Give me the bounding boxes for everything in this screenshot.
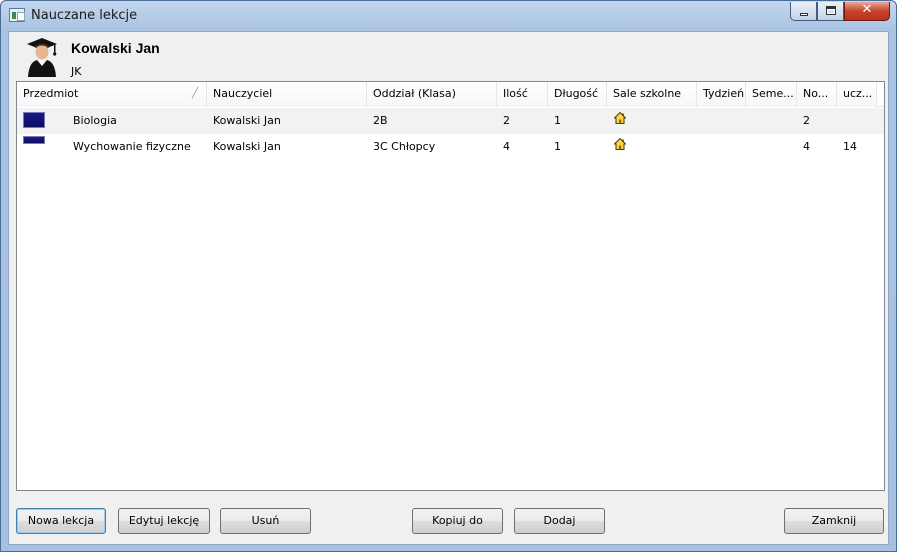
cell-count: 2 bbox=[503, 114, 510, 127]
column-header-semestr[interactable]: Seme... bbox=[746, 82, 797, 107]
lessons-table[interactable]: Przedmiot Nauczyciel Oddział (Klasa) Ilo… bbox=[16, 81, 885, 491]
copy-to-button[interactable]: Kopiuj do bbox=[412, 508, 503, 534]
subject-color-icon bbox=[23, 112, 45, 128]
cell-class: 3C Chłopcy bbox=[373, 140, 436, 153]
cell-subject: Biologia bbox=[73, 114, 117, 127]
title-bar[interactable]: Nauczane lekcje ✕ bbox=[1, 1, 896, 31]
window-title: Nauczane lekcje bbox=[31, 8, 138, 23]
house-icon bbox=[614, 112, 626, 124]
column-header-przedmiot[interactable]: Przedmiot bbox=[17, 82, 207, 107]
new-lesson-button[interactable]: Nowa lekcja bbox=[16, 508, 106, 534]
cell-no: 4 bbox=[803, 140, 810, 153]
window-controls: ✕ bbox=[790, 2, 890, 22]
teacher-avatar-icon bbox=[27, 38, 57, 77]
maximize-button[interactable] bbox=[817, 2, 844, 21]
column-header-no[interactable]: No... bbox=[797, 82, 837, 107]
user-initials: JK bbox=[71, 65, 82, 78]
column-header-ilosc[interactable]: Ilość bbox=[497, 82, 548, 107]
column-header-dlugosc[interactable]: Długość bbox=[548, 82, 607, 107]
close-icon: ✕ bbox=[861, 2, 873, 17]
table-header: Przedmiot Nauczyciel Oddział (Klasa) Ilo… bbox=[17, 82, 884, 107]
cell-teacher: Kowalski Jan bbox=[213, 140, 281, 153]
cell-ucz bbox=[837, 108, 877, 134]
column-header-sale[interactable]: Sale szkolne bbox=[607, 82, 697, 107]
column-header-tydzien[interactable]: Tydzień bbox=[697, 82, 746, 107]
cell-semester bbox=[746, 134, 797, 160]
minimize-icon bbox=[800, 13, 808, 16]
cell-semester bbox=[746, 108, 797, 134]
cell-length: 1 bbox=[554, 114, 561, 127]
dialog-content: Kowalski Jan JK Przedmiot Nauczyciel Odd… bbox=[8, 31, 889, 545]
add-button[interactable]: Dodaj bbox=[514, 508, 605, 534]
dialog-window: Nauczane lekcje ✕ Kowalski Jan JK Przedm… bbox=[0, 0, 897, 552]
subject-color-icon bbox=[23, 136, 45, 144]
minimize-button[interactable] bbox=[790, 2, 817, 21]
house-icon bbox=[614, 138, 626, 150]
edit-lesson-button[interactable]: Edytuj lekcję bbox=[118, 508, 210, 534]
close-window-button[interactable]: ✕ bbox=[844, 2, 890, 21]
cell-no: 2 bbox=[803, 114, 810, 127]
user-name: Kowalski Jan bbox=[71, 40, 160, 56]
column-header-ucz[interactable]: ucz... bbox=[837, 82, 877, 107]
cell-teacher: Kowalski Jan bbox=[213, 114, 281, 127]
column-header-nauczyciel[interactable]: Nauczyciel bbox=[207, 82, 367, 107]
column-header-oddzial[interactable]: Oddział (Klasa) bbox=[367, 82, 497, 107]
cell-subject: Wychowanie fizyczne bbox=[73, 140, 191, 153]
cell-class: 2B bbox=[373, 114, 388, 127]
cell-count: 4 bbox=[503, 140, 510, 153]
app-icon bbox=[9, 8, 25, 22]
cell-week bbox=[697, 108, 746, 134]
cell-length: 1 bbox=[554, 140, 561, 153]
maximize-icon bbox=[826, 6, 836, 15]
table-row[interactable]: Wychowanie fizyczne Kowalski Jan 3C Chło… bbox=[17, 134, 884, 160]
close-button[interactable]: Zamknij bbox=[784, 508, 884, 534]
delete-button[interactable]: Usuń bbox=[220, 508, 311, 534]
cell-ucz: 14 bbox=[843, 140, 857, 153]
table-row[interactable]: Biologia Kowalski Jan 2B 2 1 2 bbox=[17, 108, 884, 134]
cell-week bbox=[697, 134, 746, 160]
